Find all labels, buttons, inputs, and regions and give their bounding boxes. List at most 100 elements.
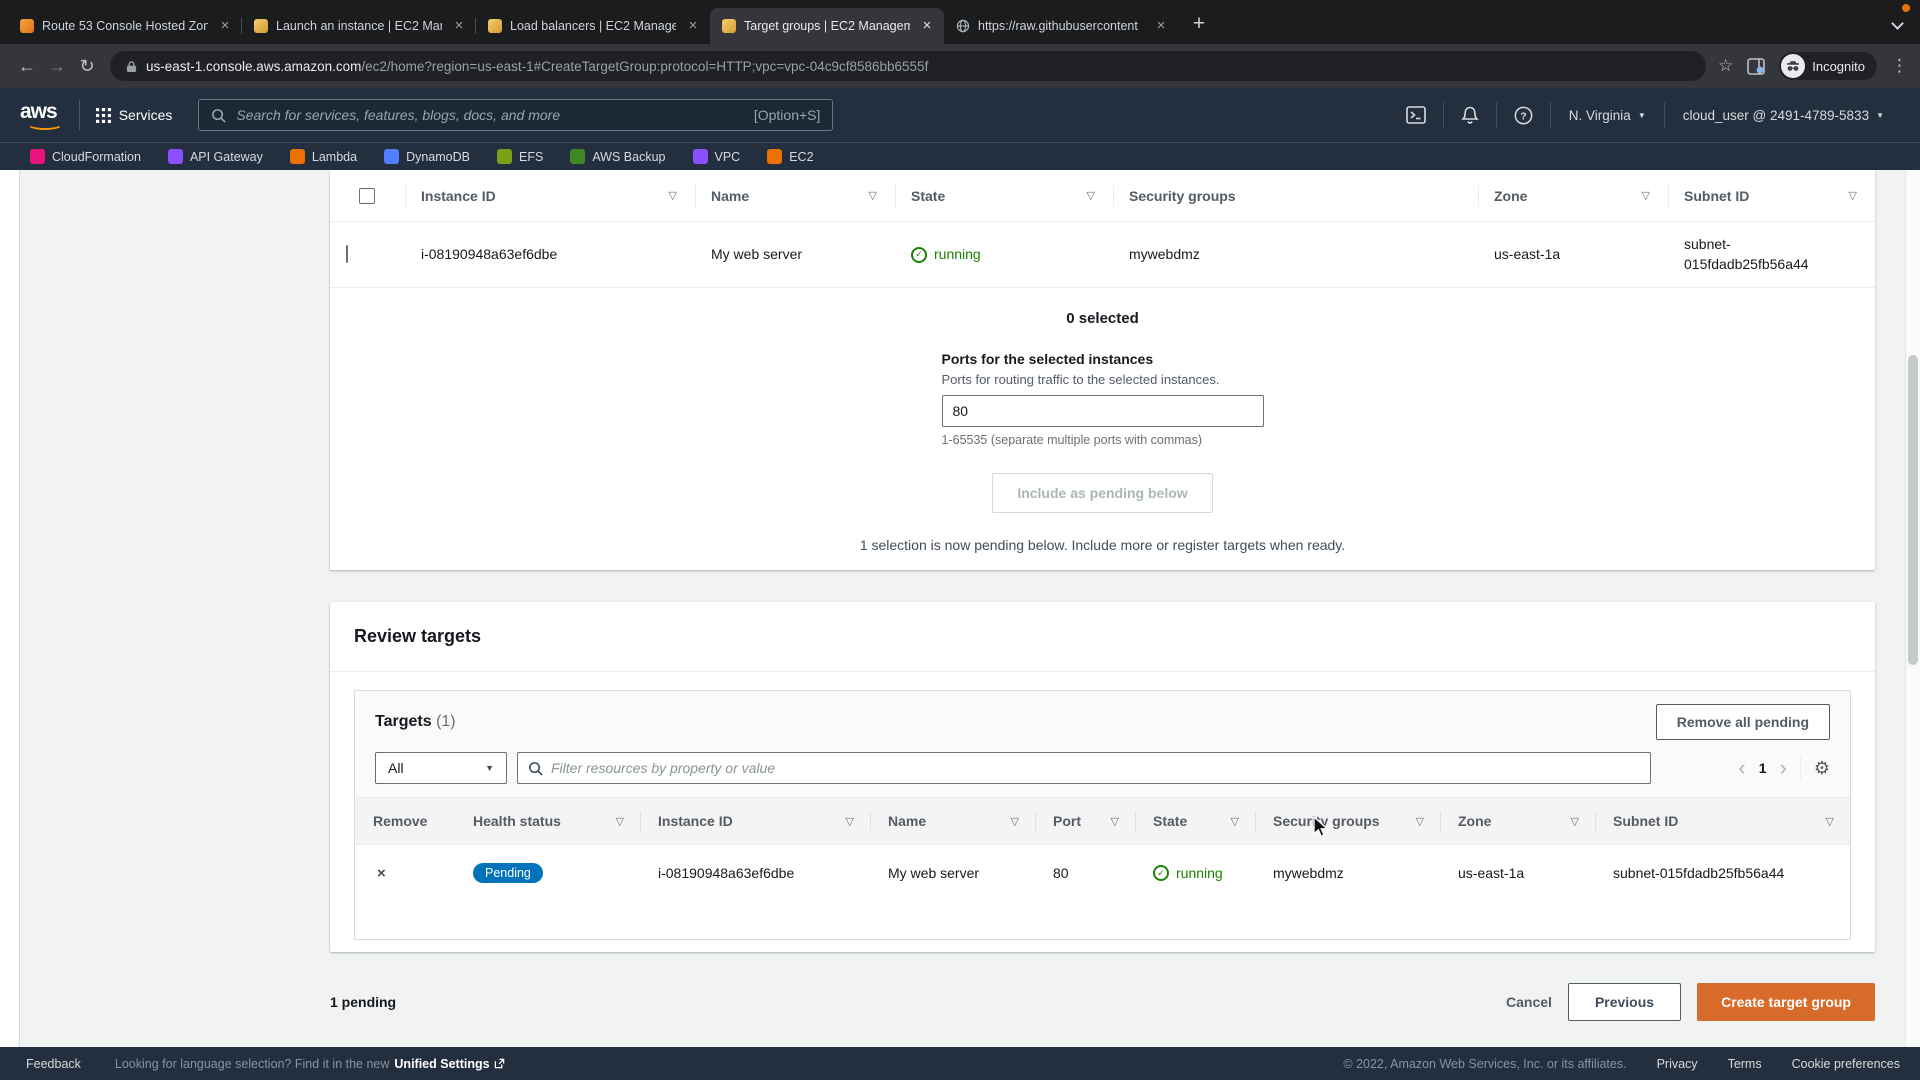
filter-icon[interactable]: ▽: [1826, 815, 1834, 828]
tab-raw-githubusercontent[interactable]: https://raw.githubusercontent ×: [944, 8, 1178, 44]
current-page-number: 1: [1759, 760, 1767, 776]
services-label: Services: [119, 107, 173, 123]
targets-filter-input[interactable]: [551, 760, 1640, 776]
filter-icon[interactable]: ▽: [1231, 815, 1239, 828]
create-target-group-button[interactable]: Create target group: [1697, 983, 1875, 1021]
select-all-checkbox[interactable]: [359, 188, 375, 204]
col-security-groups[interactable]: Security groups▽: [1255, 798, 1440, 844]
filter-icon[interactable]: ▽: [669, 189, 677, 202]
console-search-bar[interactable]: Search for services, features, blogs, do…: [198, 99, 833, 131]
filter-icon[interactable]: ▽: [869, 189, 877, 202]
services-menu[interactable]: Services: [96, 107, 173, 123]
collapsed-side-nav[interactable]: [0, 170, 20, 1047]
filter-icon[interactable]: ▽: [1087, 189, 1095, 202]
tab-route53[interactable]: Route 53 Console Hosted Zon ×: [8, 8, 242, 44]
api-gateway-icon: [168, 149, 183, 164]
cancel-button[interactable]: Cancel: [1506, 994, 1552, 1010]
filter-icon[interactable]: ▽: [1849, 189, 1857, 202]
favorite-efs[interactable]: EFS: [497, 149, 543, 164]
close-icon[interactable]: ×: [684, 17, 702, 35]
col-state[interactable]: State▽: [1135, 798, 1255, 844]
col-state[interactable]: State▽: [895, 170, 1113, 221]
tab-target-groups-active[interactable]: Target groups | EC2 Manageme ×: [710, 8, 944, 44]
address-bar[interactable]: us-east-1.console.aws.amazon.com/ec2/hom…: [110, 51, 1706, 81]
aws-logo[interactable]: aws: [18, 100, 63, 130]
filter-icon[interactable]: ▽: [1642, 189, 1650, 202]
targets-filter-search[interactable]: [517, 752, 1651, 784]
filter-icon[interactable]: ▽: [1011, 815, 1019, 828]
privacy-link[interactable]: Privacy: [1657, 1057, 1698, 1071]
region-selector[interactable]: N. Virginia ▼: [1551, 108, 1664, 123]
subnet-id-cell: subnet-015fdadb25fb56a44: [1595, 865, 1850, 881]
remove-target-button[interactable]: ×: [373, 865, 386, 882]
feedback-link[interactable]: Feedback: [26, 1057, 81, 1071]
tab-load-balancers[interactable]: Load balancers | EC2 Manage ×: [476, 8, 710, 44]
next-page-icon[interactable]: ›: [1780, 758, 1787, 778]
close-icon[interactable]: ×: [450, 17, 468, 35]
col-name[interactable]: Name▽: [695, 170, 895, 221]
account-menu[interactable]: cloud_user @ 2491-4789-5833 ▼: [1665, 108, 1902, 123]
cloudshell-icon[interactable]: [1389, 106, 1443, 124]
favorite-api-gateway[interactable]: API Gateway: [168, 149, 263, 164]
row-checkbox[interactable]: [346, 245, 348, 263]
reload-button[interactable]: ↻: [72, 56, 102, 77]
col-security-groups[interactable]: Security groups: [1113, 170, 1478, 221]
filter-icon[interactable]: ▽: [616, 815, 624, 828]
favorite-dynamodb[interactable]: DynamoDB: [384, 149, 470, 164]
pending-note: 1 selection is now pending below. Includ…: [860, 537, 1345, 553]
previous-page-icon[interactable]: ‹: [1738, 758, 1745, 778]
external-link-icon: [494, 1058, 505, 1069]
select-all-cell: [330, 170, 405, 221]
include-as-pending-button[interactable]: Include as pending below: [992, 473, 1212, 513]
browser-menu-icon[interactable]: ⋮: [1891, 56, 1908, 76]
col-port[interactable]: Port▽: [1035, 798, 1135, 844]
side-panel-icon[interactable]: [1747, 58, 1765, 75]
back-button[interactable]: ←: [12, 56, 42, 77]
help-icon[interactable]: ?: [1497, 106, 1550, 125]
notifications-bell-icon[interactable]: [1444, 106, 1496, 125]
close-icon[interactable]: ×: [1152, 17, 1170, 35]
bookmark-star-icon[interactable]: ☆: [1718, 56, 1733, 76]
tab-search-chevron-icon[interactable]: [1891, 17, 1904, 30]
scrollbar-thumb[interactable]: [1908, 355, 1918, 665]
favorite-lambda[interactable]: Lambda: [290, 149, 357, 164]
col-zone[interactable]: Zone▽: [1478, 170, 1668, 221]
col-subnet-id[interactable]: Subnet ID▽: [1595, 798, 1850, 844]
incognito-badge[interactable]: Incognito: [1779, 52, 1877, 80]
forward-button[interactable]: →: [42, 56, 72, 77]
favorite-vpc[interactable]: VPC: [693, 149, 741, 164]
col-name[interactable]: Name▽: [870, 798, 1035, 844]
filter-type-dropdown[interactable]: All ▼: [375, 752, 507, 784]
ports-input[interactable]: [942, 395, 1264, 427]
new-tab-button[interactable]: +: [1184, 10, 1214, 40]
ports-description: Ports for routing traffic to the selecte…: [942, 372, 1264, 387]
favorite-cloudformation[interactable]: CloudFormation: [30, 149, 141, 164]
favorite-aws-backup[interactable]: AWS Backup: [570, 149, 665, 164]
filter-icon[interactable]: ▽: [1571, 815, 1579, 828]
ports-label: Ports for the selected instances: [942, 351, 1264, 367]
close-icon[interactable]: ×: [216, 17, 234, 35]
language-notice: Looking for language selection? Find it …: [115, 1057, 505, 1071]
col-zone[interactable]: Zone▽: [1440, 798, 1595, 844]
dynamodb-icon: [384, 149, 399, 164]
filter-icon[interactable]: ▽: [846, 815, 854, 828]
col-subnet-id[interactable]: Subnet ID▽: [1668, 170, 1875, 221]
favorite-ec2[interactable]: EC2: [767, 149, 813, 164]
search-icon: [528, 761, 543, 776]
instance-row[interactable]: i-08190948a63ef6dbe My web server ✓runni…: [330, 222, 1875, 288]
remove-all-pending-button[interactable]: Remove all pending: [1656, 704, 1830, 740]
page-scrollbar[interactable]: [1905, 170, 1920, 1047]
col-instance-id[interactable]: Instance ID▽: [640, 798, 870, 844]
header-right-cluster: ? N. Virginia ▼ cloud_user @ 2491-4789-5…: [1389, 102, 1902, 128]
filter-icon[interactable]: ▽: [1416, 815, 1424, 828]
tab-launch-instance[interactable]: Launch an instance | EC2 Man ×: [242, 8, 476, 44]
col-instance-id[interactable]: Instance ID▽: [405, 170, 695, 221]
previous-button[interactable]: Previous: [1568, 983, 1681, 1021]
terms-link[interactable]: Terms: [1728, 1057, 1762, 1071]
unified-settings-link[interactable]: Unified Settings: [394, 1057, 504, 1071]
close-icon[interactable]: ×: [918, 17, 936, 35]
table-settings-gear-icon[interactable]: ⚙: [1814, 758, 1830, 779]
cookie-preferences-link[interactable]: Cookie preferences: [1792, 1057, 1900, 1071]
filter-icon[interactable]: ▽: [1111, 815, 1119, 828]
col-health-status[interactable]: Health status▽: [455, 798, 640, 844]
